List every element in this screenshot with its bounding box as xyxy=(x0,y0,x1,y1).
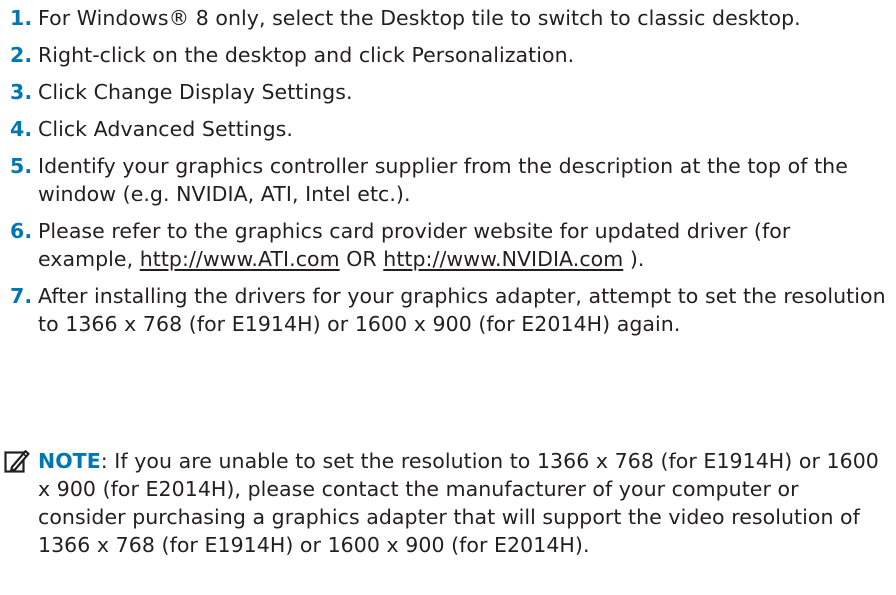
step-number: 6. xyxy=(10,219,33,243)
document-page: 1. For Windows® 8 only, select the Deskto… xyxy=(0,0,896,595)
step-text: After installing the drivers for your gr… xyxy=(38,284,886,336)
step-7: 7. After installing the drivers for your … xyxy=(10,282,890,338)
instruction-steps: 1. For Windows® 8 only, select the Deskto… xyxy=(10,4,890,347)
step-number: 3. xyxy=(10,80,33,104)
note-text-block: NOTE: If you are unable to set the resol… xyxy=(4,447,890,559)
step-text-connector: OR xyxy=(339,247,384,271)
pencil-note-icon xyxy=(4,450,30,473)
step-1: 1. For Windows® 8 only, select the Deskto… xyxy=(10,4,890,32)
step-number: 4. xyxy=(10,117,33,141)
step-2: 2. Right-click on the desktop and click P… xyxy=(10,41,890,69)
step-text: For Windows® 8 only, select the Desktop … xyxy=(38,6,801,30)
step-number: 2. xyxy=(10,43,33,67)
note-body: : If you are unable to set the resolutio… xyxy=(38,449,879,557)
step-number: 7. xyxy=(10,284,33,308)
step-text: Right-click on the desktop and click Per… xyxy=(38,43,575,67)
note-block: NOTE: If you are unable to set the resol… xyxy=(4,447,890,559)
step-text-end: ). xyxy=(623,247,645,271)
ati-link[interactable]: http://www.ATI.com xyxy=(140,247,340,271)
step-number: 1. xyxy=(10,6,33,30)
step-6: 6. Please refer to the graphics card prov… xyxy=(10,217,890,273)
step-text: Identify your graphics controller suppli… xyxy=(38,154,848,206)
step-text: Click Change Display Settings. xyxy=(38,80,353,104)
nvidia-link[interactable]: http://www.NVIDIA.com xyxy=(383,247,623,271)
step-4: 4. Click Advanced Settings. xyxy=(10,115,890,143)
step-3: 3. Click Change Display Settings. xyxy=(10,78,890,106)
step-5: 5. Identify your graphics controller supp… xyxy=(10,152,890,208)
note-label: NOTE xyxy=(38,449,101,473)
step-number: 5. xyxy=(10,154,33,178)
step-text: Click Advanced Settings. xyxy=(38,117,293,141)
